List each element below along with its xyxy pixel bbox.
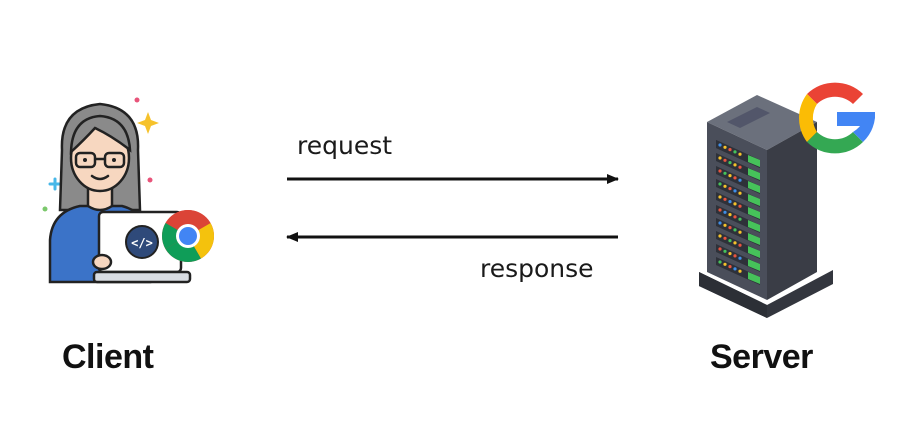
- server-led: [728, 174, 732, 178]
- server-led: [733, 241, 737, 245]
- server-led: [733, 254, 737, 258]
- server-led: [738, 165, 742, 169]
- server-led: [733, 176, 737, 180]
- server-led: [723, 171, 727, 175]
- server-led: [723, 197, 727, 201]
- server-led: [723, 184, 727, 188]
- server-led: [718, 143, 722, 147]
- server-led: [723, 223, 727, 227]
- chrome-icon: [162, 210, 214, 262]
- server-led: [738, 191, 742, 195]
- server-led: [728, 239, 732, 243]
- server-led: [718, 234, 722, 238]
- server-led: [738, 178, 742, 182]
- server-led: [733, 163, 737, 167]
- request-label: request: [297, 131, 393, 160]
- server-led: [728, 213, 732, 217]
- server-led: [728, 148, 732, 152]
- server-led: [733, 215, 737, 219]
- client-label: Client: [62, 338, 154, 376]
- server-led: [738, 217, 742, 221]
- server-led: [718, 260, 722, 264]
- server-led: [728, 161, 732, 165]
- server-led: [738, 204, 742, 208]
- server-led: [738, 269, 742, 273]
- server-led: [733, 150, 737, 154]
- server-led: [728, 252, 732, 256]
- server-led: [718, 182, 722, 186]
- server-led: [738, 152, 742, 156]
- woman-with-laptop-icon: </>: [42, 97, 192, 284]
- server-led: [723, 145, 727, 149]
- server-led: [733, 202, 737, 206]
- server-led: [718, 221, 722, 225]
- server-led: [728, 226, 732, 230]
- svg-text:</>: </>: [131, 236, 153, 250]
- server-led: [718, 208, 722, 212]
- server-led: [718, 156, 722, 160]
- server-led: [718, 247, 722, 251]
- server-led: [718, 169, 722, 173]
- server-led: [728, 187, 732, 191]
- server-led: [733, 267, 737, 271]
- server-led: [733, 228, 737, 232]
- response-label: response: [480, 254, 594, 283]
- server-led: [738, 256, 742, 260]
- server-led: [723, 236, 727, 240]
- server-led: [728, 265, 732, 269]
- server-led: [723, 158, 727, 162]
- diagram-canvas: </>: [42, 82, 875, 318]
- server-led: [733, 189, 737, 193]
- server-led: [723, 249, 727, 253]
- server-led: [723, 210, 727, 214]
- server-led: [718, 195, 722, 199]
- server-led: [738, 243, 742, 247]
- server-led: [723, 262, 727, 266]
- server-led: [738, 230, 742, 234]
- server-label: Server: [710, 338, 813, 376]
- server-led: [728, 200, 732, 204]
